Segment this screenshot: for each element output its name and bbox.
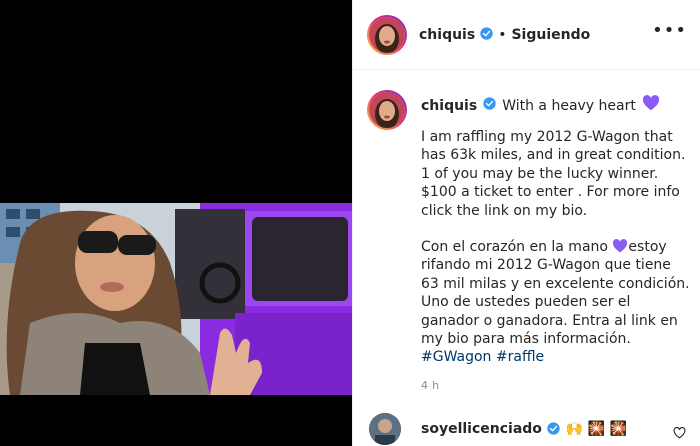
post-timestamp[interactable]: 4 h [421,379,439,392]
video-frame-illustration [0,203,352,395]
hashtag-gwagon[interactable]: #GWagon [421,349,491,365]
caption-es-part-1: Con el corazón en la mano [421,239,608,256]
verified-badge-icon [483,96,496,115]
commenter-avatar[interactable] [369,413,401,445]
post-caption: chiquis With a heavy heart I am raffling… [421,95,693,367]
author-avatar-image [369,17,405,53]
caption-avatar-image [369,92,405,128]
purple-heart-icon [642,95,660,116]
comment-text: 🙌 🎇 🎇 [565,421,628,437]
like-comment-heart-icon[interactable] [673,424,686,443]
caption-es-part-2: estoy rifando mi 2012 G-Wagon que tiene … [421,239,690,348]
caption-username[interactable]: chiquis [421,97,477,115]
author-avatar[interactable] [367,15,407,55]
commenter-avatar-image [369,413,401,445]
caption-body-es: Con el corazón en la mano estoy rifando … [421,238,693,367]
comment-row: soyellicenciado 🙌 🎇 🎇 [369,412,685,446]
post-media[interactable] [0,0,352,446]
post-header: chiquis • Siguiendo ••• [353,0,700,70]
caption-headline: With a heavy heart [502,97,636,114]
post-video[interactable] [0,203,352,395]
more-options-icon[interactable]: ••• [652,22,687,40]
caption-author-avatar[interactable] [367,90,407,130]
header-separator: • [498,26,507,43]
purple-heart-icon [612,239,628,255]
post-dialog: chiquis • Siguiendo ••• chiquis With a h… [0,0,700,446]
verified-badge-icon [480,25,493,44]
author-username[interactable]: chiquis [419,27,475,43]
caption-body-en: I am raffling my 2012 G-Wagon that has 6… [421,129,686,219]
post-side-panel: chiquis • Siguiendo ••• chiquis With a h… [352,0,700,446]
verified-badge-icon [547,420,560,439]
hashtag-raffle[interactable]: #raffle [496,349,544,365]
following-button[interactable]: Siguiendo [511,27,590,43]
commenter-username[interactable]: soyellicenciado [421,421,542,437]
